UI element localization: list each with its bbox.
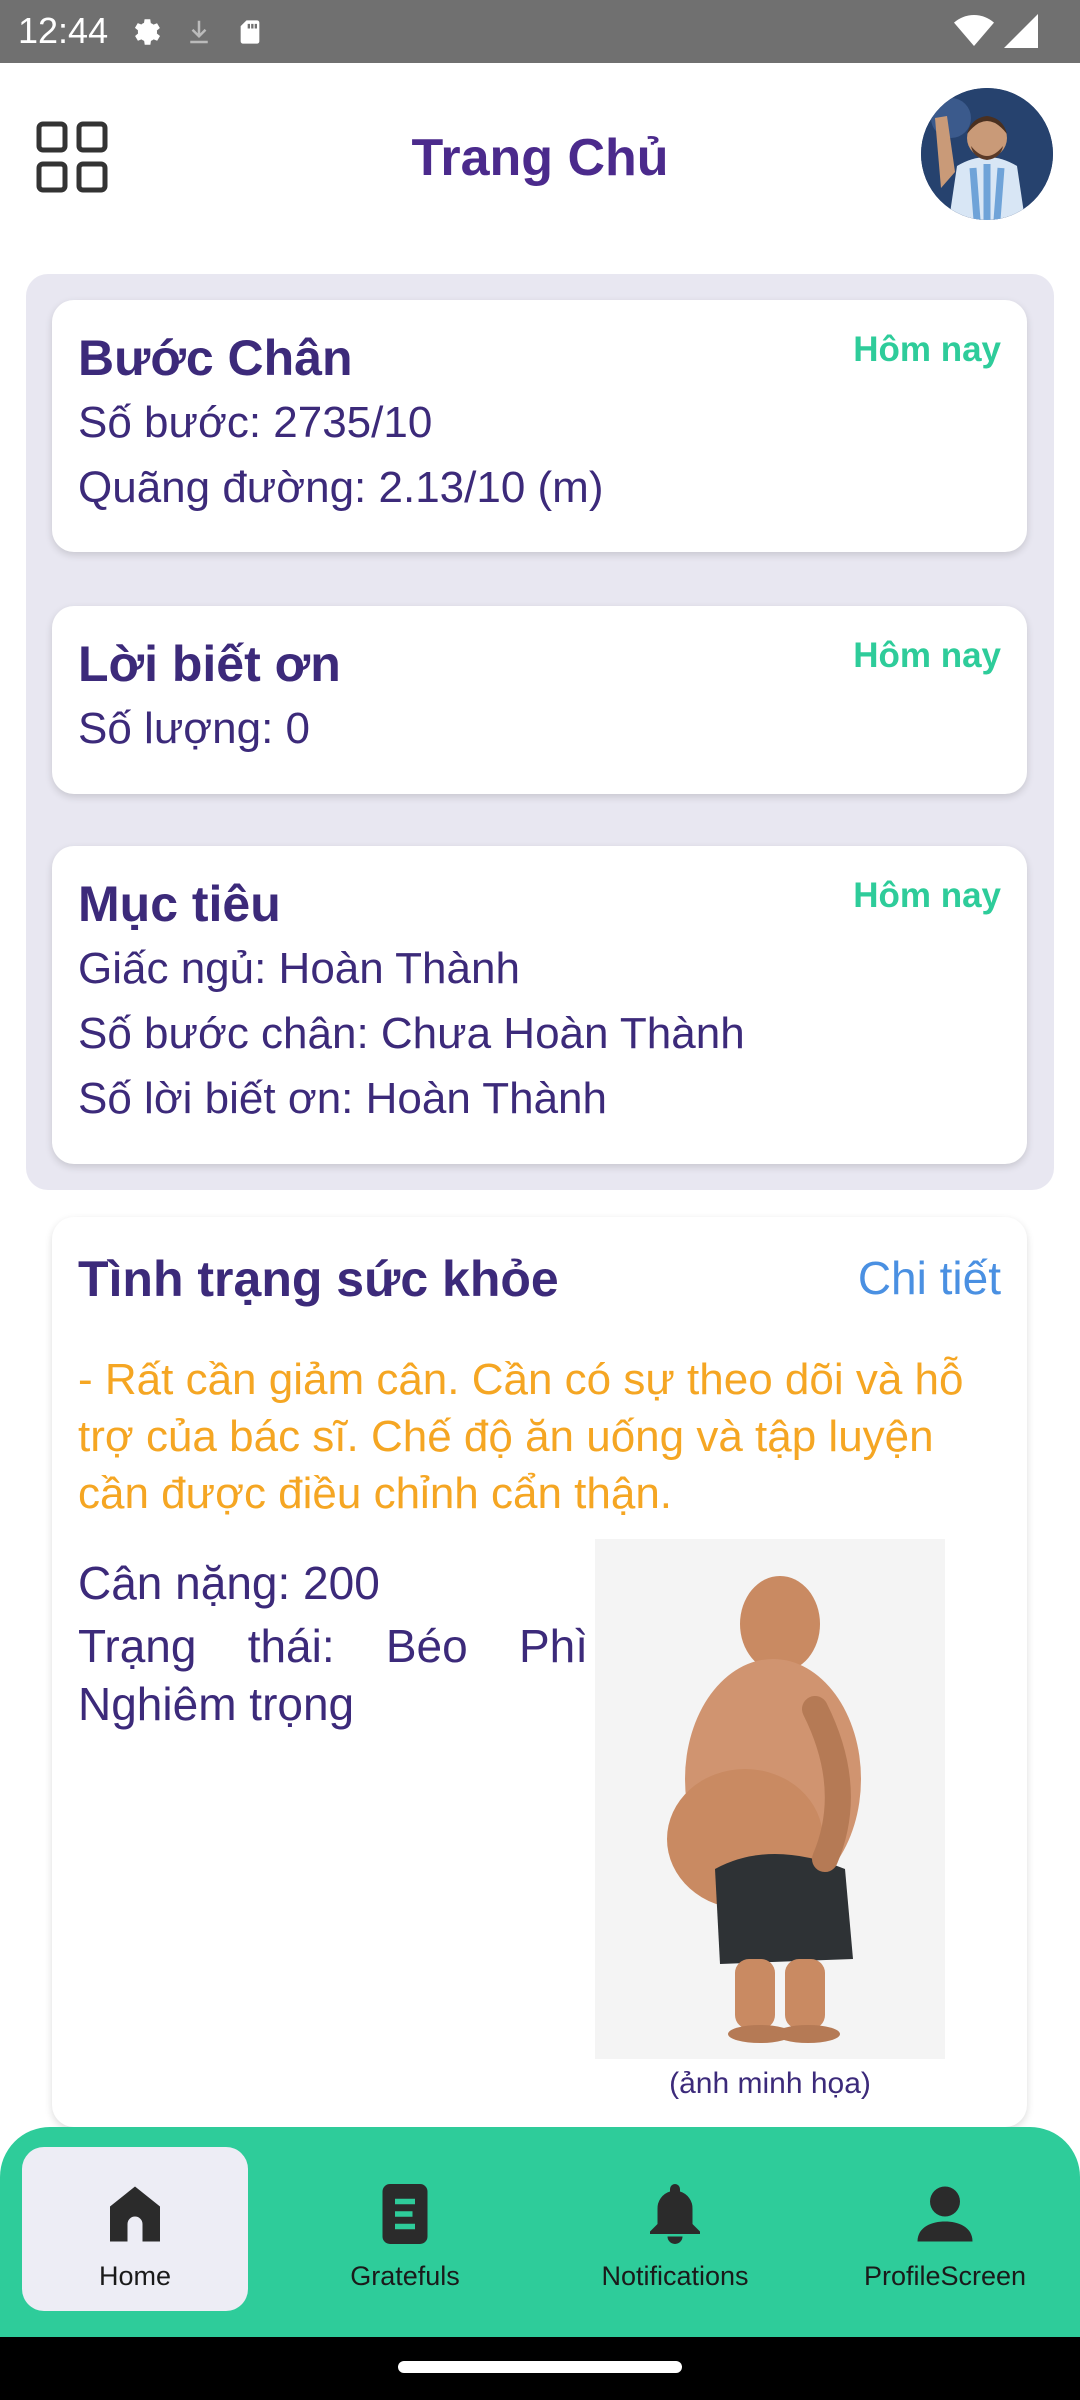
gratitude-count: Số lượng: 0	[78, 704, 310, 753]
settings-gear-icon	[134, 19, 161, 45]
sd-card-icon	[240, 20, 260, 44]
wifi-icon	[954, 15, 994, 46]
illustration-caption: (ảnh minh họa)	[669, 2067, 871, 2100]
detail-link[interactable]: Chi tiết	[858, 1251, 1001, 1305]
weight-status: Trạng thái: Béo Phì Nghiêm trọng	[78, 1620, 588, 1730]
nav-gratefuls-label: Gratefuls	[350, 2261, 460, 2291]
steps-distance: Quãng đường: 2.13/10 (m)	[78, 463, 604, 512]
download-icon	[190, 20, 208, 44]
weight-value: Cân nặng: 200	[78, 1557, 380, 1609]
status-icons-left	[128, 12, 264, 52]
steps-card[interactable]: Bước Chân Hôm nay Số bước: 2735/10 Quãng…	[52, 300, 1027, 552]
cellular-signal-icon	[1004, 14, 1038, 48]
goal-sleep: Giấc ngủ: Hoàn Thành	[78, 944, 520, 993]
page-title: Trang Chủ	[411, 129, 669, 187]
gratitude-card[interactable]: Lời biết ơn Hôm nay Số lượng: 0	[52, 606, 1027, 794]
status-time: 12:44	[18, 10, 109, 51]
goals-today-badge: Hôm nay	[853, 876, 1001, 915]
bottom-navigation: Home Gratefuls Notifications ProfileScre…	[0, 2127, 1080, 2337]
bell-icon	[650, 2184, 700, 2244]
nav-notifications[interactable]: Notifications	[562, 2147, 788, 2311]
health-advice: - Rất cần giảm cân. Cần có sự theo dõi v…	[78, 1355, 964, 1518]
person-icon	[917, 2186, 973, 2242]
health-status-card: Tình trạng sức khỏe Chi tiết - Rất cần g…	[52, 1217, 1027, 2127]
nav-home-label: Home	[98, 2261, 172, 2291]
nav-profile[interactable]: ProfileScreen	[832, 2147, 1058, 2311]
nav-profile-label: ProfileScreen	[863, 2261, 1027, 2291]
nav-home[interactable]: Home	[22, 2147, 248, 2311]
goal-steps: Số bước chân: Chưa Hoàn Thành	[78, 1009, 745, 1058]
daily-summary-panel: Bước Chân Hôm nay Số bước: 2735/10 Quãng…	[26, 274, 1054, 1190]
avatar-photo	[921, 88, 1053, 220]
home-icon	[110, 2186, 160, 2242]
gratitude-today-badge: Hôm nay	[853, 636, 1001, 675]
nav-notifications-label: Notifications	[601, 2261, 749, 2291]
document-icon	[382, 2184, 428, 2244]
status-bar: 12:44	[0, 0, 1080, 63]
steps-today-badge: Hôm nay	[853, 330, 1001, 369]
body-illustration-image	[595, 1539, 945, 2059]
health-card-title: Tình trạng sức khỏe	[78, 1251, 559, 1307]
avatar[interactable]	[921, 88, 1053, 220]
status-icons-right	[954, 10, 1038, 52]
app-bar: Trang Chủ	[0, 63, 1080, 273]
goal-gratitude: Số lời biết ơn: Hoàn Thành	[78, 1074, 607, 1123]
home-gesture-handle[interactable]	[398, 2361, 682, 2373]
nav-gratefuls[interactable]: Gratefuls	[292, 2147, 518, 2311]
steps-count: Số bước: 2735/10	[78, 398, 433, 447]
goals-card[interactable]: Mục tiêu Hôm nay Giấc ngủ: Hoàn Thành Số…	[52, 846, 1027, 1164]
